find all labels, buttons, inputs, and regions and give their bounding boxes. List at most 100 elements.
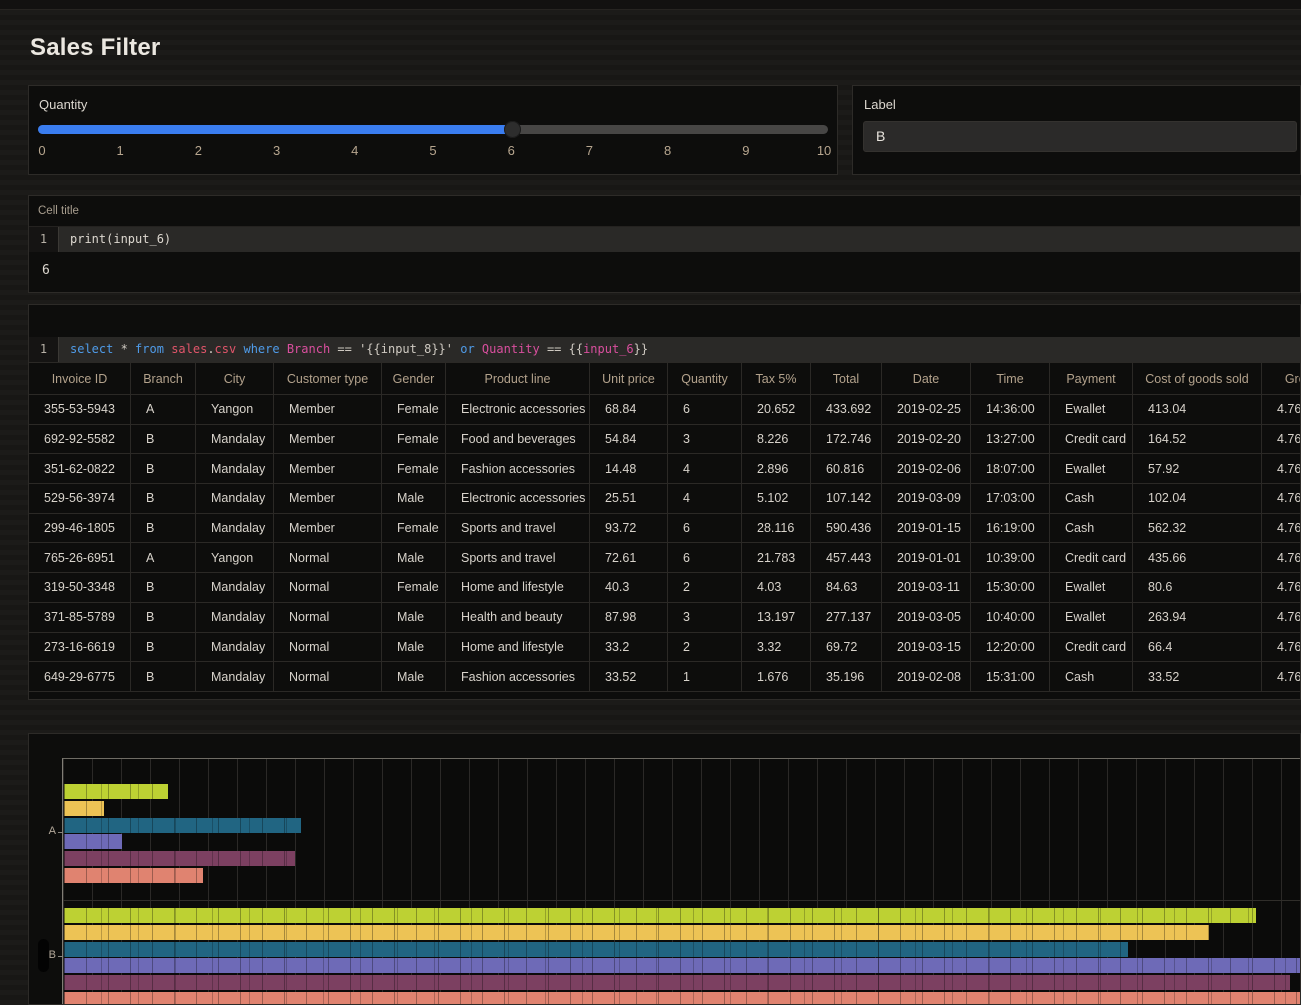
table-cell: B <box>131 484 196 513</box>
sql-token: }} <box>634 342 648 356</box>
table-cell: Normal <box>274 543 382 572</box>
sql-code-editor[interactable]: select * from sales.csv where Branch == … <box>59 337 1300 362</box>
table-header-row: Invoice IDBranchCityCustomer typeGenderP… <box>29 363 1301 395</box>
slider-fill <box>38 125 512 134</box>
cell-title[interactable]: Cell title <box>29 196 1300 227</box>
table-cell: Fashion accessories <box>446 662 590 691</box>
table-cell: 2.896 <box>742 454 811 483</box>
table-cell: 319-50-3348 <box>29 573 131 602</box>
table-cell: Normal <box>274 633 382 662</box>
slider-tick: 0 <box>38 143 45 158</box>
table-cell: Cash <box>1050 662 1133 691</box>
table-cell: 4.7619 <box>1262 484 1301 513</box>
table-cell: Yangon <box>196 395 274 424</box>
table-cell: 4.7619 <box>1262 543 1301 572</box>
table-row: 299-46-1805BMandalayMemberFemaleSports a… <box>29 514 1301 544</box>
table-cell: 33.52 <box>590 662 668 691</box>
table-cell: 4.7619 <box>1262 454 1301 483</box>
table-cell: 371-85-5789 <box>29 603 131 632</box>
table-cell: 10:39:00 <box>971 543 1050 572</box>
column-header: Tax 5% <box>742 363 811 394</box>
table-cell: 40.3 <box>590 573 668 602</box>
table-cell: B <box>131 603 196 632</box>
chart-bar <box>64 992 1301 1005</box>
chart-bar <box>64 818 301 833</box>
table-cell: 10:40:00 <box>971 603 1050 632</box>
table-cell: 107.142 <box>811 484 882 513</box>
table-cell: Credit card <box>1050 425 1133 454</box>
table-cell: 172.746 <box>811 425 882 454</box>
table-cell: 413.04 <box>1133 395 1262 424</box>
table-cell: 72.61 <box>590 543 668 572</box>
python-code-row: 1 print(input_6) <box>29 227 1300 252</box>
slider-tick: 9 <box>742 143 749 158</box>
column-header: Payment <box>1050 363 1133 394</box>
table-cell: 5.102 <box>742 484 811 513</box>
table-cell: 14.48 <box>590 454 668 483</box>
chart-bar <box>64 834 122 849</box>
table-cell: Member <box>274 484 382 513</box>
quantity-slider-track[interactable] <box>38 125 828 134</box>
sql-token: where <box>243 342 279 356</box>
sql-token: from <box>135 342 164 356</box>
sql-code-row: 1 select * from sales.csv where Branch =… <box>29 337 1300 362</box>
table-cell: 2019-03-05 <box>882 603 971 632</box>
table-cell: 20.652 <box>742 395 811 424</box>
gridline-horizontal <box>63 900 1301 901</box>
chart-bar <box>64 851 295 866</box>
table-cell: 80.6 <box>1133 573 1262 602</box>
table-cell: 13:27:00 <box>971 425 1050 454</box>
table-cell: 35.196 <box>811 662 882 691</box>
table-cell: 457.443 <box>811 543 882 572</box>
table-cell: Home and lifestyle <box>446 633 590 662</box>
table-cell: 2019-03-11 <box>882 573 971 602</box>
table-cell: Mandalay <box>196 514 274 543</box>
table-cell: 2019-02-25 <box>882 395 971 424</box>
table-row: 355-53-5943AYangonMemberFemaleElectronic… <box>29 395 1301 425</box>
table-cell: Mandalay <box>196 454 274 483</box>
table-cell: 351-62-0822 <box>29 454 131 483</box>
table-cell: Female <box>382 514 446 543</box>
table-cell: Electronic accessories <box>446 484 590 513</box>
table-row: 692-92-5582BMandalayMemberFemaleFood and… <box>29 425 1301 455</box>
column-header: Time <box>971 363 1050 394</box>
table-cell: 17:03:00 <box>971 484 1050 513</box>
table-cell: 299-46-1805 <box>29 514 131 543</box>
python-cell-output: 6 <box>29 252 1300 278</box>
table-cell: B <box>131 662 196 691</box>
python-code-editor[interactable]: print(input_6) <box>59 227 1300 252</box>
table-cell: Female <box>382 395 446 424</box>
table-cell: Female <box>382 425 446 454</box>
table-cell: 6 <box>668 395 742 424</box>
table-cell: Yangon <box>196 543 274 572</box>
table-cell: 692-92-5582 <box>29 425 131 454</box>
table-cell: 4.7619 <box>1262 633 1301 662</box>
sql-token: . <box>207 342 214 356</box>
label-input[interactable]: B <box>863 121 1297 152</box>
table-cell: Member <box>274 514 382 543</box>
table-cell: 2019-02-06 <box>882 454 971 483</box>
table-cell: 57.92 <box>1133 454 1262 483</box>
table-cell: 6 <box>668 514 742 543</box>
sql-cell-title-space[interactable] <box>29 305 1300 337</box>
table-cell: 12:20:00 <box>971 633 1050 662</box>
slider-handle[interactable] <box>504 121 521 138</box>
table-cell: Home and lifestyle <box>446 573 590 602</box>
chart-bar <box>64 868 203 883</box>
column-header: Gross <box>1262 363 1301 394</box>
sql-token: csv <box>215 342 237 356</box>
sql-cell-card: 1 select * from sales.csv where Branch =… <box>28 304 1301 700</box>
chart-bar <box>64 908 1256 923</box>
table-cell: 54.84 <box>590 425 668 454</box>
sql-token: sales <box>171 342 207 356</box>
top-band <box>0 0 1301 10</box>
table-cell: 4 <box>668 484 742 513</box>
table-row: 529-56-3974BMandalayMemberMaleElectronic… <box>29 484 1301 514</box>
table-cell: 3.32 <box>742 633 811 662</box>
sql-token: * <box>113 342 135 356</box>
table-cell: 4.7619 <box>1262 514 1301 543</box>
sql-token: Branch <box>287 342 330 356</box>
slider-tick: 3 <box>273 143 280 158</box>
slider-tick: 10 <box>817 143 831 158</box>
slider-ticks: 012345678910 <box>38 143 828 159</box>
